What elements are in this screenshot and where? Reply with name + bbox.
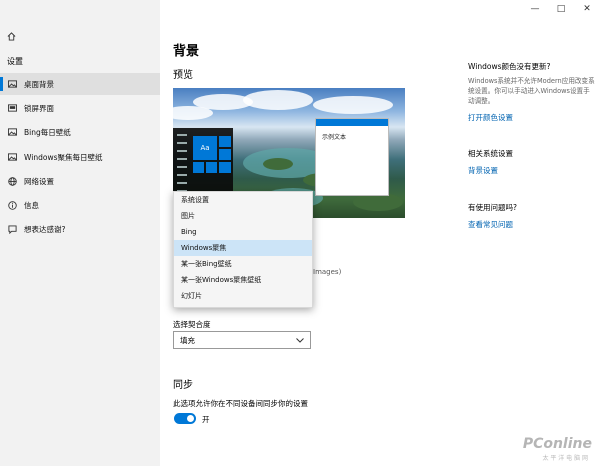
preview-window: 示例文本 [315, 118, 389, 196]
sidebar-item-feedback[interactable]: 想表达感谢? [0, 218, 160, 240]
sidebar-item-label: 桌面背景 [24, 79, 54, 89]
fit-label: 选择契合度 [173, 320, 211, 329]
open-color-settings-link[interactable]: 打开颜色设置 [468, 112, 596, 123]
dropdown-option[interactable]: 系统设置 [174, 192, 312, 208]
maximize-button[interactable]: □ [548, 0, 574, 18]
color-help-title: Windows颜色没有更新? [468, 62, 551, 71]
dropdown-option[interactable]: 某一张Windows聚焦壁纸 [174, 272, 312, 288]
sidebar-item-label: 锁屏界面 [24, 103, 54, 113]
background-settings-link[interactable]: 背景设置 [468, 165, 596, 176]
home-icon[interactable] [7, 32, 16, 44]
sidebar-item-label: 想表达感谢? [24, 224, 66, 234]
sidebar-item-label: 网络设置 [24, 176, 54, 186]
help-section: 有使用问题吗? 查看常见问题 [468, 202, 596, 230]
close-button[interactable]: ✕ [574, 0, 600, 18]
preview-tile: Aa [193, 136, 217, 160]
toggle-label: 开 [202, 415, 210, 424]
dropdown-option-selected[interactable]: Windows聚焦 [174, 240, 312, 256]
sync-title: 同步 [173, 380, 193, 391]
sync-toggle[interactable] [174, 413, 196, 424]
fit-select-value: 填充 [180, 335, 195, 345]
sidebar-item-info[interactable]: 信息 [0, 194, 160, 216]
dropdown-option[interactable]: Bing [174, 224, 312, 240]
picture-icon [0, 128, 24, 136]
background-type-dropdown[interactable]: 系统设置 图片 Bing Windows聚焦 某一张Bing壁纸 某一张Wind… [173, 191, 313, 308]
dropdown-option[interactable]: 图片 [174, 208, 312, 224]
picture-icon [0, 153, 24, 161]
color-help-text: Windows系统并不允许Modern应用改变系统设置。你可以手动进入Windo… [468, 77, 595, 105]
sync-description: 此选项允许你在不同设备间同步你的设置 [173, 399, 308, 408]
preview-title: 预览 [173, 70, 193, 81]
page-title: 背景 [173, 44, 200, 59]
feedback-icon [0, 224, 24, 234]
sidebar-item-lock-screen[interactable]: 锁屏界面 [0, 97, 160, 119]
faq-link[interactable]: 查看常见问题 [468, 219, 596, 230]
sidebar-item-spotlight-daily[interactable]: Windows聚焦每日壁纸 [0, 146, 160, 168]
help-title: 有使用问题吗? [468, 203, 517, 212]
watermark: PConline [522, 436, 592, 452]
sidebar-item-label: Bing每日壁纸 [24, 127, 71, 137]
sidebar-item-desktop-background[interactable]: 桌面背景 [0, 73, 160, 95]
picture-icon [0, 80, 24, 88]
sidebar: 设置 桌面背景 锁屏界面 Bing每日壁纸 Windows聚焦每日壁纸 网络设置 [0, 0, 160, 466]
related-settings-title: 相关系统设置 [468, 149, 513, 158]
window-controls: — □ ✕ [522, 0, 600, 18]
hidden-note: Images) [313, 268, 342, 276]
fit-select[interactable]: 填充 [173, 331, 311, 349]
sidebar-item-bing-daily[interactable]: Bing每日壁纸 [0, 121, 160, 143]
preview-window-text: 示例文本 [322, 134, 347, 141]
sidebar-item-network[interactable]: 网络设置 [0, 170, 160, 192]
watermark-sub: 太 平 洋 电 脑 网 [542, 455, 588, 462]
minimize-button[interactable]: — [522, 0, 548, 18]
chevron-down-icon [296, 336, 304, 345]
related-settings-section: 相关系统设置 背景设置 [468, 148, 596, 176]
sidebar-item-label: Windows聚焦每日壁纸 [24, 152, 103, 162]
globe-icon [0, 176, 24, 186]
info-icon [0, 200, 24, 210]
dropdown-option[interactable]: 某一张Bing壁纸 [174, 256, 312, 272]
color-help-section: Windows颜色没有更新? Windows系统并不允许Modern应用改变系统… [468, 61, 596, 123]
lockscreen-icon [0, 104, 24, 112]
sidebar-title: 设置 [7, 57, 23, 66]
sidebar-item-label: 信息 [24, 200, 39, 210]
dropdown-option[interactable]: 幻灯片 [174, 288, 312, 304]
